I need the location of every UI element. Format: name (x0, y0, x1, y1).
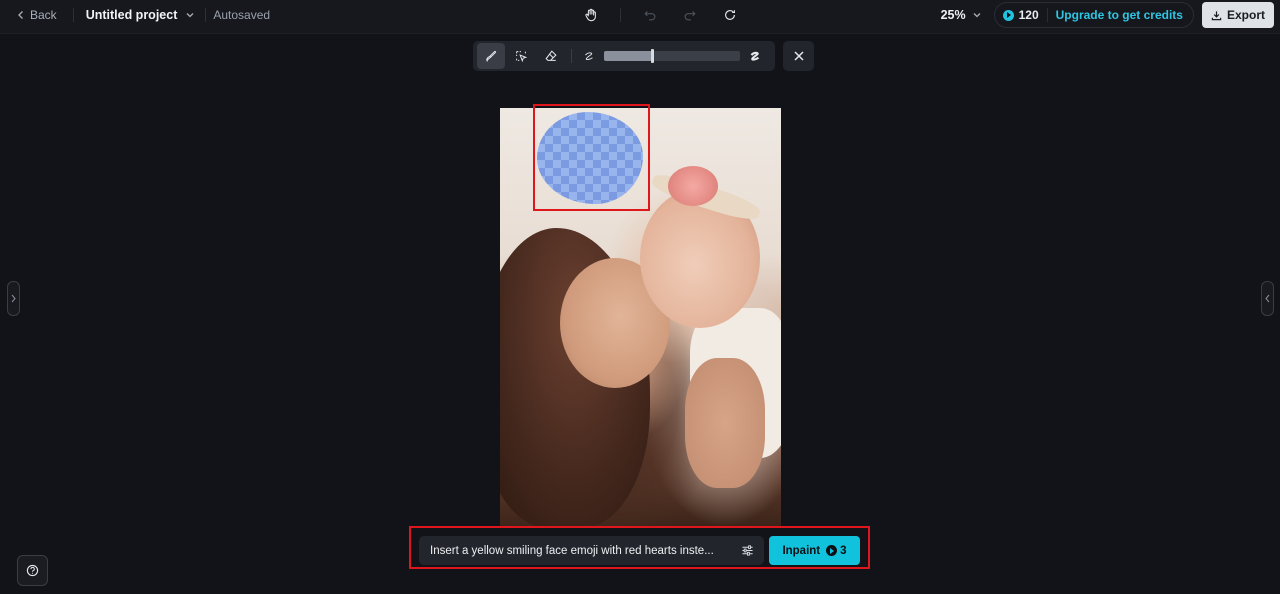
close-mask-button[interactable] (783, 41, 814, 71)
canvas-controls (580, 0, 741, 30)
top-bar-right: 25% 120 Upgrade to get credits Export (941, 0, 1274, 30)
prompt-input[interactable]: Insert a yellow smiling face emoji with … (419, 536, 764, 565)
help-button[interactable] (17, 555, 48, 586)
brush-icon (486, 50, 497, 63)
hand-icon (585, 8, 596, 22)
reset-button[interactable] (719, 4, 741, 26)
credit-balance: 120 (1002, 8, 1048, 22)
chevron-left-icon (18, 11, 23, 19)
brush-tool-button[interactable] (477, 43, 505, 69)
inpaint-button[interactable]: Inpaint 3 (769, 536, 860, 565)
brush-size-large-icon (750, 51, 760, 61)
undo-icon (644, 11, 656, 21)
redo-button[interactable] (679, 4, 701, 26)
divider (620, 8, 621, 22)
export-button[interactable]: Export (1201, 2, 1274, 28)
top-bar-left: Back Untitled project Autosaved (12, 0, 270, 30)
inpaint-cost-value: 3 (840, 544, 847, 557)
save-status: Autosaved (213, 8, 271, 22)
top-bar: Back Untitled project Autosaved 25% 120 … (0, 0, 1280, 34)
upgrade-link[interactable]: Upgrade to get credits (1056, 8, 1183, 22)
eraser-icon (545, 50, 557, 61)
export-label: Export (1226, 8, 1265, 22)
close-icon (793, 51, 804, 61)
credits-pill: 120 Upgrade to get credits (993, 2, 1194, 28)
prompt-text: Insert a yellow smiling face emoji with … (430, 544, 714, 557)
refresh-icon (725, 10, 735, 20)
photo-shape (685, 358, 765, 488)
chevron-down-icon (973, 13, 981, 18)
help-icon (26, 564, 39, 577)
zoom-level: 25% (940, 8, 966, 22)
right-panel-toggle[interactable] (1261, 281, 1274, 316)
divider (571, 49, 572, 63)
credit-icon (1002, 9, 1014, 21)
chevron-left-icon (1265, 294, 1270, 303)
slider-fill (604, 51, 652, 61)
back-button[interactable]: Back (12, 8, 61, 22)
lasso-select-icon (516, 51, 528, 63)
lasso-tool-button[interactable] (507, 43, 535, 69)
brush-size-large-icon-wrap (744, 43, 766, 69)
divider (205, 8, 207, 22)
slider-thumb[interactable] (650, 49, 654, 63)
pan-button[interactable] (580, 4, 602, 26)
credit-count: 120 (1018, 8, 1039, 22)
photo-shape (668, 166, 718, 206)
inpaint-label: Inpaint (782, 544, 821, 557)
left-panel-toggle[interactable] (7, 281, 20, 316)
mask-toolbar (473, 41, 775, 71)
back-label: Back (30, 8, 57, 22)
divider (72, 8, 74, 22)
mask-highlight-box (533, 104, 650, 211)
brush-size-small-icon (585, 52, 593, 61)
inpaint-cost: 3 (826, 544, 847, 557)
credit-icon (826, 545, 838, 556)
project-title: Untitled project (85, 8, 178, 22)
brush-size-slider[interactable] (604, 49, 740, 63)
chevron-down-icon (186, 13, 194, 18)
project-title-dropdown[interactable]: Untitled project (86, 8, 196, 22)
download-icon (1211, 10, 1222, 20)
redo-icon (684, 11, 696, 21)
chevron-right-icon (11, 294, 16, 303)
zoom-dropdown[interactable]: 25% (941, 8, 982, 22)
eraser-tool-button[interactable] (537, 43, 565, 69)
settings-sliders-icon[interactable] (741, 544, 754, 557)
undo-button[interactable] (639, 4, 661, 26)
brush-size-small-icon-wrap (578, 43, 600, 69)
